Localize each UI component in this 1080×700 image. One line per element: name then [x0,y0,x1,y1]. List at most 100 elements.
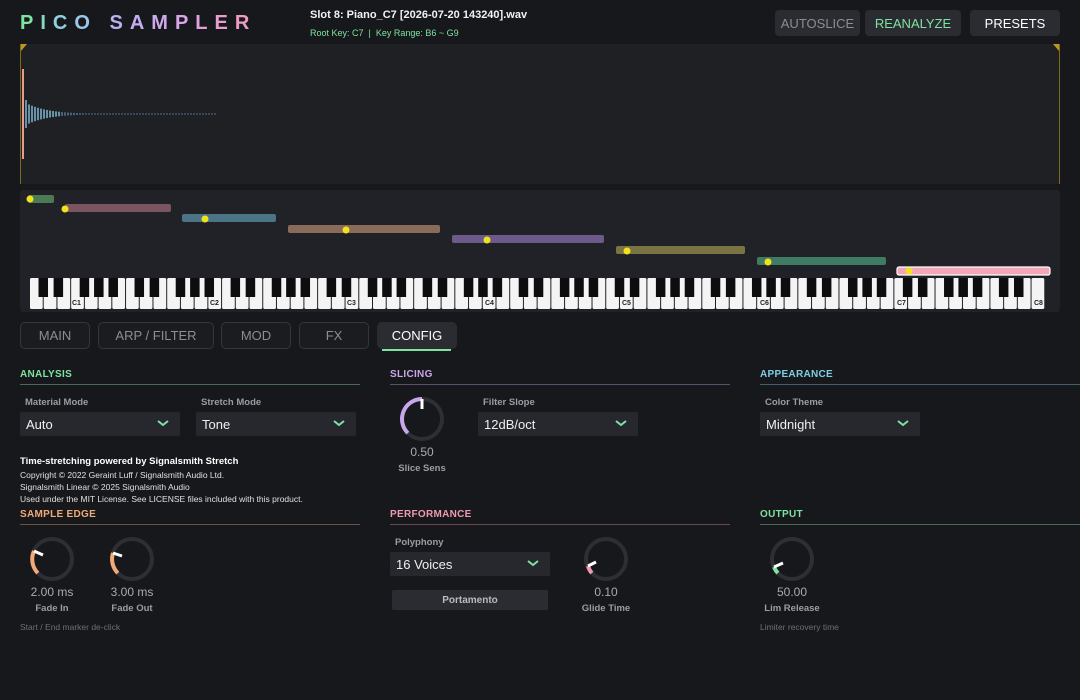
black-key[interactable] [190,278,200,297]
black-key[interactable] [751,278,762,297]
key-zone[interactable] [896,266,1051,276]
black-key[interactable] [944,278,954,297]
black-key[interactable] [806,278,817,297]
black-key[interactable] [367,278,378,297]
black-key[interactable] [684,278,695,297]
root-key-marker[interactable] [201,215,209,223]
fade-out-knob[interactable] [107,534,157,584]
octave-label: C8 [1034,300,1043,307]
black-key[interactable] [655,278,666,297]
root-key-marker[interactable] [61,205,69,213]
end-marker-handle[interactable] [1053,44,1059,51]
black-key[interactable] [876,278,887,297]
black-key[interactable] [588,278,599,297]
root-key-marker[interactable] [623,247,631,255]
autoslice-button[interactable]: AUTOSLICE [775,10,860,36]
root-key-marker[interactable] [342,226,350,234]
logo-letter: L [195,12,215,34]
fade-in-value: 2.00 ms [30,585,74,599]
tab-arp-filter[interactable]: ARP / FILTER [98,322,214,349]
reanalyze-button[interactable]: REANALYZE [865,10,961,36]
glide-time-knob[interactable] [581,534,631,584]
black-key[interactable] [518,278,529,297]
black-key[interactable] [422,278,433,297]
start-marker-handle[interactable] [21,44,27,51]
black-key[interactable] [998,278,1009,297]
black-key[interactable] [53,278,64,297]
black-key[interactable] [1013,278,1024,297]
black-key[interactable] [478,278,488,297]
black-key[interactable] [725,278,736,297]
black-key[interactable] [559,278,570,297]
portamento-toggle[interactable]: Portamento [392,590,548,610]
black-key[interactable] [38,278,49,297]
black-key[interactable] [271,278,282,297]
filter-slope-select[interactable]: 12dB/oct [478,412,638,436]
tab-fx[interactable]: FX [299,322,369,349]
key-zone[interactable] [757,257,886,265]
tab-main[interactable]: MAIN [20,322,90,349]
black-key[interactable] [149,278,160,297]
octave-label: C6 [760,300,769,307]
black-key[interactable] [629,278,640,297]
black-key[interactable] [108,278,118,297]
black-key[interactable] [134,278,145,297]
stretch-mode-select[interactable]: Tone [196,412,356,436]
black-key[interactable] [533,278,544,297]
polyphony-select[interactable]: 16 Voices [390,552,550,576]
black-key[interactable] [780,278,791,297]
black-key[interactable] [972,278,983,297]
black-key[interactable] [614,278,625,297]
black-key[interactable] [902,278,913,297]
black-key[interactable] [958,278,968,297]
black-key[interactable] [917,278,928,297]
tab-config[interactable]: CONFIG [377,322,457,349]
material-mode-value: Auto [26,416,53,432]
black-key[interactable] [341,278,352,297]
playhead-marker[interactable] [22,69,24,159]
tab-mod[interactable]: MOD [221,322,291,349]
black-key[interactable] [204,278,215,297]
logo-letter: P [174,12,196,34]
black-key[interactable] [396,278,407,297]
black-key[interactable] [175,278,186,297]
black-key[interactable] [326,278,337,297]
black-key[interactable] [245,278,256,297]
black-key[interactable] [300,278,311,297]
black-key[interactable] [821,278,832,297]
slice-sens-knob[interactable] [397,394,447,444]
root-key-marker[interactable] [905,267,913,275]
root-key-marker[interactable] [26,195,34,203]
black-key[interactable] [79,278,90,297]
black-key[interactable] [574,278,584,297]
key-zone[interactable] [452,235,604,243]
slot-title: Slot 8: Piano_C7 [2026-07-20 143240].wav [310,9,528,21]
key-zone[interactable] [288,225,440,233]
black-key[interactable] [710,278,721,297]
black-key[interactable] [766,278,776,297]
keymap-editor[interactable]: C1 C2 C3 C4 C5 C6 C7 C8 [20,190,1060,312]
color-theme-select[interactable]: Midnight [760,412,920,436]
key-zone[interactable] [182,214,276,222]
black-key[interactable] [670,278,680,297]
material-mode-select[interactable]: Auto [20,412,180,436]
presets-button[interactable]: PRESETS [970,10,1060,36]
black-key[interactable] [847,278,858,297]
logo-letter: S [109,12,130,34]
black-key[interactable] [437,278,448,297]
black-key[interactable] [463,278,474,297]
black-key[interactable] [94,278,104,297]
black-key[interactable] [286,278,296,297]
root-key-marker[interactable] [483,236,491,244]
key-zone[interactable] [65,204,171,212]
root-key-marker[interactable] [764,258,772,266]
credits-title: Time-stretching powered by Signalsmith S… [20,456,239,467]
key-zone[interactable] [616,246,745,254]
black-key[interactable] [230,278,241,297]
black-key[interactable] [492,278,503,297]
lim-release-knob[interactable] [767,534,817,584]
waveform-display[interactable] [20,44,1060,184]
black-key[interactable] [862,278,872,297]
black-key[interactable] [382,278,392,297]
fade-in-knob[interactable] [27,534,77,584]
